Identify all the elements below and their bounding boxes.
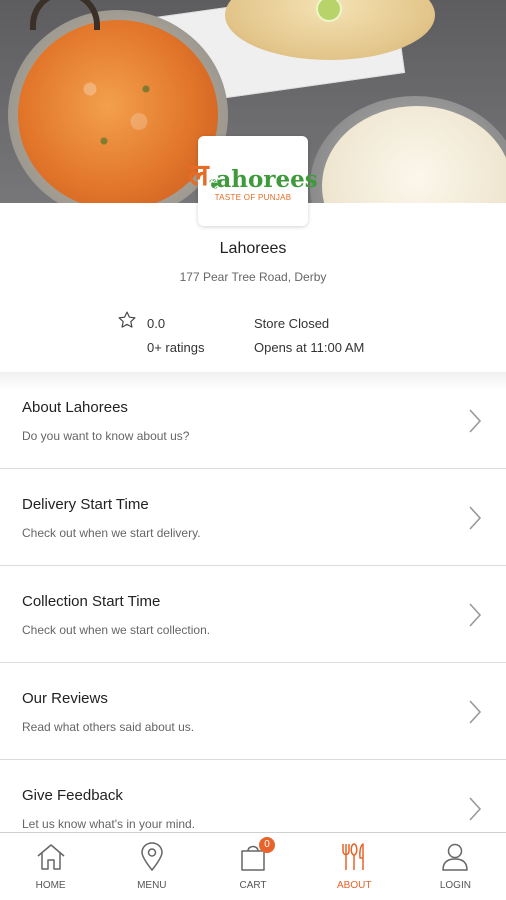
logo-glyph: ल: [188, 157, 209, 193]
menu-item-title: Give Feedback: [22, 787, 123, 804]
nav-label: CART: [239, 880, 267, 891]
bottom-navigation: HOME MENU 0 CART ABOUT LOGIN: [0, 832, 506, 900]
store-address: 177 Pear Tree Road, Derby: [179, 270, 327, 284]
menu-item-reviews[interactable]: Our Reviews Read what others said about …: [0, 663, 506, 760]
menu-item-subtitle: Read what others said about us.: [22, 720, 195, 734]
menu-item-subtitle: Let us know what's in your mind.: [22, 817, 196, 831]
nav-label: LOGIN: [439, 880, 471, 891]
hero-bowl-handle: [30, 0, 100, 30]
rating-value: 0.0: [147, 316, 166, 331]
home-icon: [37, 844, 65, 870]
store-stats: 0.0 0+ ratings Store Closed Opens at 11:…: [0, 310, 506, 360]
logo-text: ahorees: [216, 165, 318, 193]
chevron-right-icon: [469, 603, 482, 627]
chevron-right-icon: [469, 506, 482, 530]
location-pin-icon: [141, 842, 163, 872]
menu-item-subtitle: Check out when we start delivery.: [22, 526, 201, 540]
restaurant-icon: [342, 843, 364, 870]
menu-item-delivery-start-time[interactable]: Delivery Start Time Check out when we st…: [0, 469, 506, 566]
menu-item-title: Collection Start Time: [22, 593, 161, 610]
chevron-right-icon: [469, 700, 482, 724]
menu-item-subtitle: Do you want to know about us?: [22, 429, 190, 443]
restaurant-logo: ल ❦ ahorees TASTE OF PUNJAB: [188, 136, 318, 226]
nav-cart[interactable]: 0 CART: [202, 833, 303, 900]
chevron-right-icon: [469, 409, 482, 433]
logo-tagline: TASTE OF PUNJAB: [214, 192, 292, 202]
menu-item-about[interactable]: About Lahorees Do you want to know about…: [0, 372, 506, 469]
user-icon: [442, 843, 469, 871]
nav-menu[interactable]: MENU: [101, 833, 202, 900]
cart-count-badge: 0: [259, 837, 276, 853]
menu-item-subtitle: Check out when we start collection.: [22, 623, 211, 637]
store-name: Lahorees: [219, 240, 287, 257]
ratings-count: 0+ ratings: [147, 340, 205, 355]
nav-about[interactable]: ABOUT: [304, 833, 405, 900]
about-menu-list: About Lahorees Do you want to know about…: [0, 372, 506, 857]
nav-home[interactable]: HOME: [0, 833, 101, 900]
nav-label: HOME: [35, 880, 66, 891]
menu-item-title: Our Reviews: [22, 690, 108, 707]
menu-item-title: Delivery Start Time: [22, 496, 149, 513]
store-status: Store Closed: [254, 316, 330, 331]
star-icon: [118, 311, 136, 328]
chevron-right-icon: [469, 797, 482, 821]
nav-label: MENU: [137, 880, 167, 891]
menu-item-title: About Lahorees: [22, 399, 128, 416]
nav-label: ABOUT: [336, 880, 372, 891]
opening-time: Opens at 11:00 AM: [254, 340, 365, 355]
nav-login[interactable]: LOGIN: [405, 833, 506, 900]
menu-item-collection-start-time[interactable]: Collection Start Time Check out when we …: [0, 566, 506, 663]
store-info: Lahorees 177 Pear Tree Road, Derby: [0, 240, 506, 284]
logo-wordmark: ल ❦ ahorees: [188, 157, 318, 193]
